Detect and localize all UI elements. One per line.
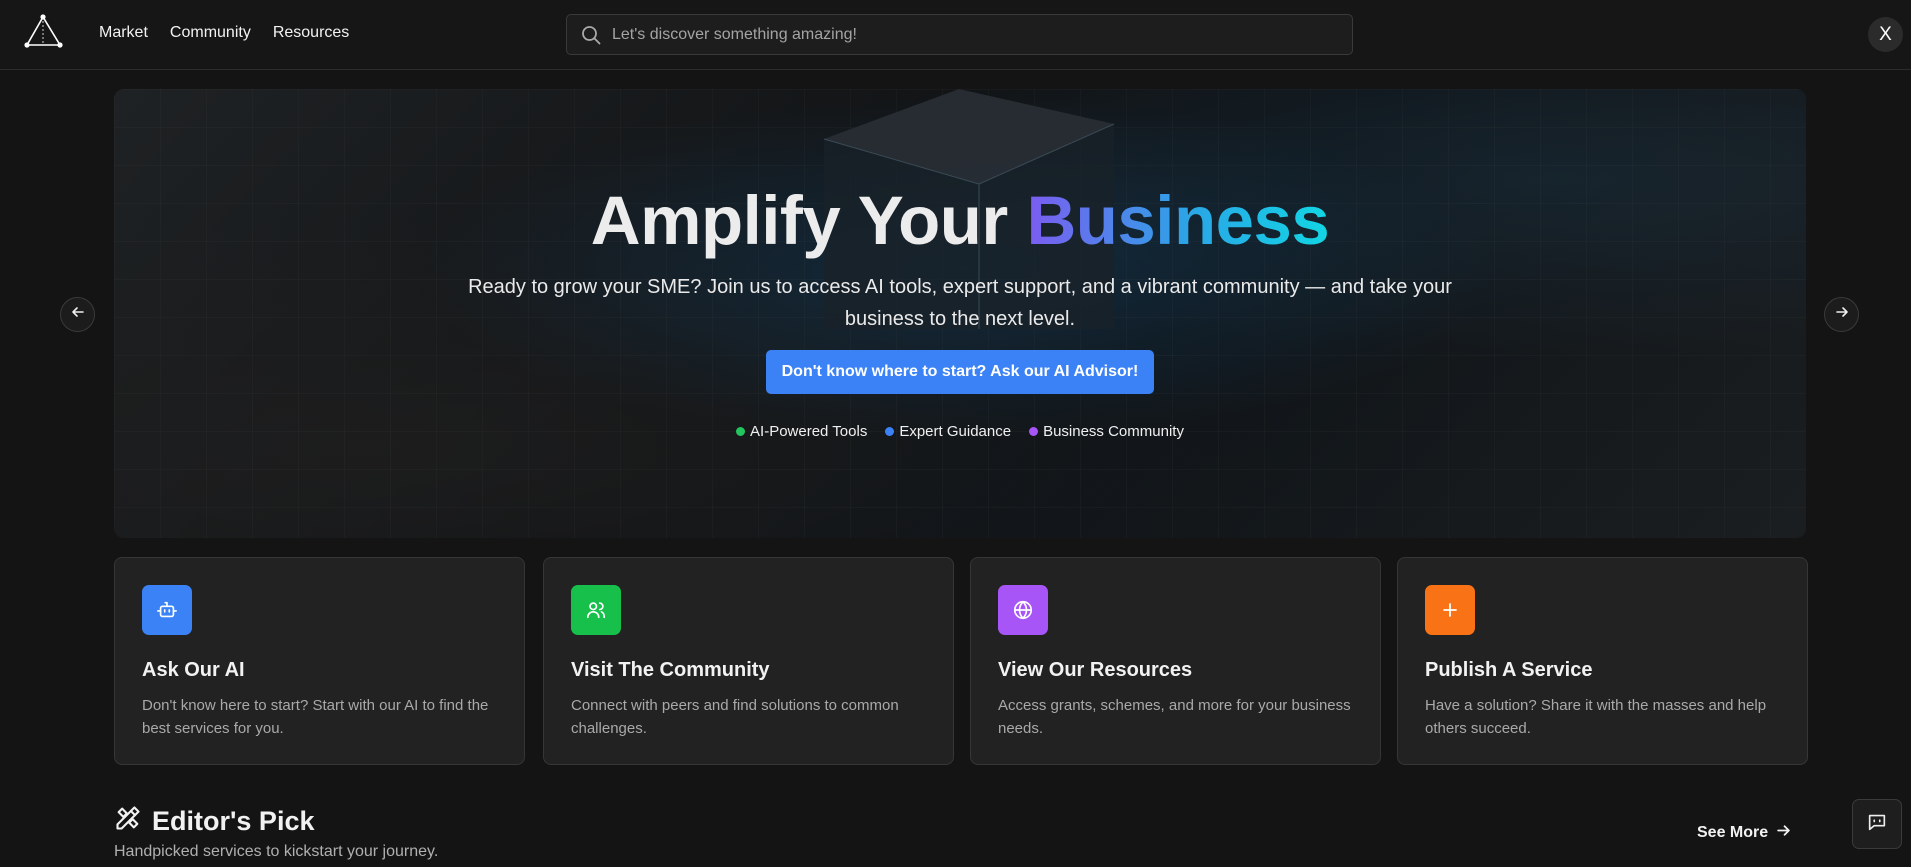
hero-banner: Amplify Your Business Ready to grow your… [114,89,1806,538]
hero-title-main: Amplify Your [590,182,1027,259]
users-icon [571,585,621,635]
arrow-right-icon [1776,823,1791,843]
card-title: Publish A Service [1425,659,1593,681]
card-description: Don't know here to start? Start with our… [142,697,489,737]
search-input[interactable] [612,15,1312,54]
search-bar [566,14,1353,55]
feature-tag: Business Community [1029,423,1184,440]
hero-title-accent: Business [1026,182,1330,259]
nav-community[interactable]: Community [170,24,251,42]
green-dot-icon [736,427,746,436]
feature-tag: Expert Guidance [885,423,1011,440]
hero-feature-tags: AI-Powered Tools Expert Guidance Busines… [114,423,1806,440]
card-description: Have a solution? Share it with the masse… [1425,697,1767,737]
pencil-ruler-icon [114,804,142,839]
carousel-prev-button[interactable] [60,297,95,332]
feature-tag-label: Expert Guidance [899,423,1012,440]
editors-pick-subtitle: Handpicked services to kickstart your jo… [114,843,439,860]
card-ask-our-ai[interactable]: Ask Our AI Don't know here to start? Sta… [114,557,525,765]
arrow-right-icon [1835,305,1849,324]
card-title: View Our Resources [998,659,1193,681]
hero-subtitle: Ready to grow your SME? Join us to acces… [468,276,1452,330]
chat-bot-button[interactable] [1852,799,1902,849]
main-nav: Market Community Resources [99,24,349,42]
editors-pick-title: Editor's Pick [152,806,315,836]
feature-tag-label: Business Community [1043,423,1184,440]
feature-tag-label: AI-Powered Tools [750,423,868,440]
card-visit-community[interactable]: Visit The Community Connect with peers a… [543,557,954,765]
see-more-label: See More [1697,824,1769,841]
bot-icon [142,585,192,635]
hero-title: Amplify Your Business [114,181,1806,260]
globe-icon [998,585,1048,635]
search-icon [581,25,601,45]
nav-market[interactable]: Market [99,24,148,42]
triangle-network-icon[interactable] [24,14,64,50]
purple-dot-icon [1029,427,1039,436]
close-button[interactable]: X [1868,17,1903,52]
plus-icon [1425,585,1475,635]
carousel-next-button[interactable] [1824,297,1859,332]
feature-tag: AI-Powered Tools [736,423,867,440]
see-more-link[interactable]: See More [1697,823,1791,843]
card-description: Access grants, schemes, and more for you… [998,697,1351,737]
editors-pick-heading: Editor's Pick [114,804,314,839]
arrow-left-icon [71,305,85,324]
nav-resources[interactable]: Resources [273,24,349,42]
card-title: Visit The Community [571,659,770,681]
card-description: Connect with peers and find solutions to… [571,697,899,737]
top-navbar: Market Community Resources X [0,0,1911,70]
card-publish-service[interactable]: Publish A Service Have a solution? Share… [1397,557,1808,765]
ask-ai-advisor-button[interactable]: Don't know where to start? Ask our AI Ad… [766,350,1154,394]
card-view-resources[interactable]: View Our Resources Access grants, scheme… [970,557,1381,765]
chat-bot-icon [1866,811,1888,838]
blue-dot-icon [885,427,895,436]
card-title: Ask Our AI [142,659,245,681]
